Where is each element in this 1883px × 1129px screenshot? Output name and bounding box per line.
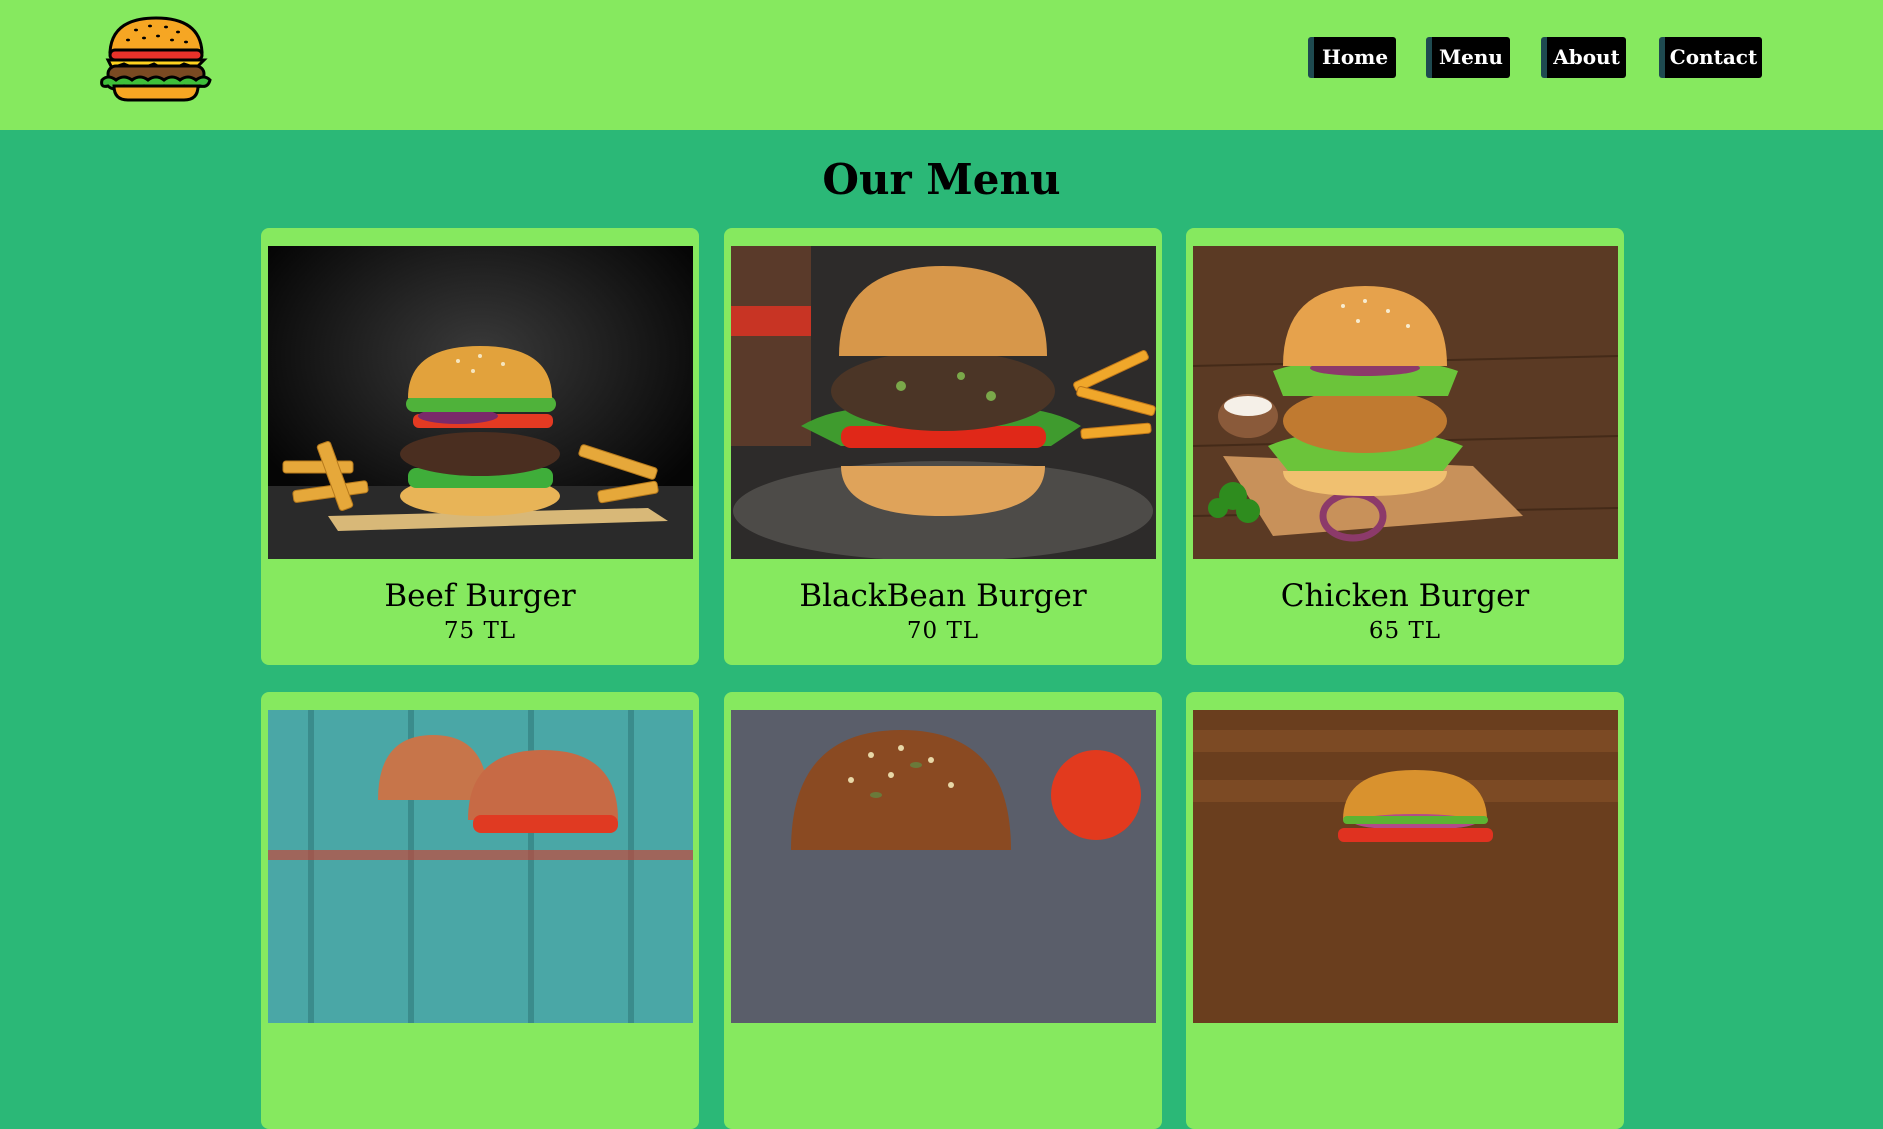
nav-home-button[interactable]: Home bbox=[1308, 37, 1396, 78]
menu-item-name: BlackBean Burger bbox=[799, 578, 1087, 614]
menu-card[interactable] bbox=[724, 692, 1162, 1129]
burger-logo-icon[interactable] bbox=[98, 14, 214, 102]
blackbean-burger-photo bbox=[731, 246, 1156, 559]
menu-item-name: Beef Burger bbox=[384, 578, 576, 614]
site-header: Home Menu About Contact bbox=[0, 0, 1883, 130]
beef-burger-photo bbox=[268, 246, 693, 559]
menu-card[interactable]: BlackBean Burger 70 TL bbox=[724, 228, 1162, 665]
main-nav: Home Menu About Contact bbox=[1308, 37, 1762, 78]
page-title: Our Menu bbox=[822, 155, 1061, 204]
chicken-burger-photo bbox=[1193, 246, 1618, 559]
menu-card[interactable] bbox=[261, 692, 699, 1129]
menu-card[interactable] bbox=[1186, 692, 1624, 1129]
seeded-bun-burger-photo bbox=[731, 710, 1156, 1023]
double-burger-photo bbox=[268, 710, 693, 1023]
nav-contact-button[interactable]: Contact bbox=[1659, 37, 1762, 78]
classic-burger-photo bbox=[1193, 710, 1618, 1023]
menu-item-price: 75 TL bbox=[443, 618, 517, 644]
menu-item-name: Chicken Burger bbox=[1280, 578, 1530, 614]
nav-about-button[interactable]: About bbox=[1541, 37, 1626, 78]
nav-menu-button[interactable]: Menu bbox=[1426, 37, 1510, 78]
menu-card[interactable]: Beef Burger 75 TL bbox=[261, 228, 699, 665]
menu-item-price: 65 TL bbox=[1368, 618, 1442, 644]
menu-item-price: 70 TL bbox=[906, 618, 980, 644]
menu-card[interactable]: Chicken Burger 65 TL bbox=[1186, 228, 1624, 665]
